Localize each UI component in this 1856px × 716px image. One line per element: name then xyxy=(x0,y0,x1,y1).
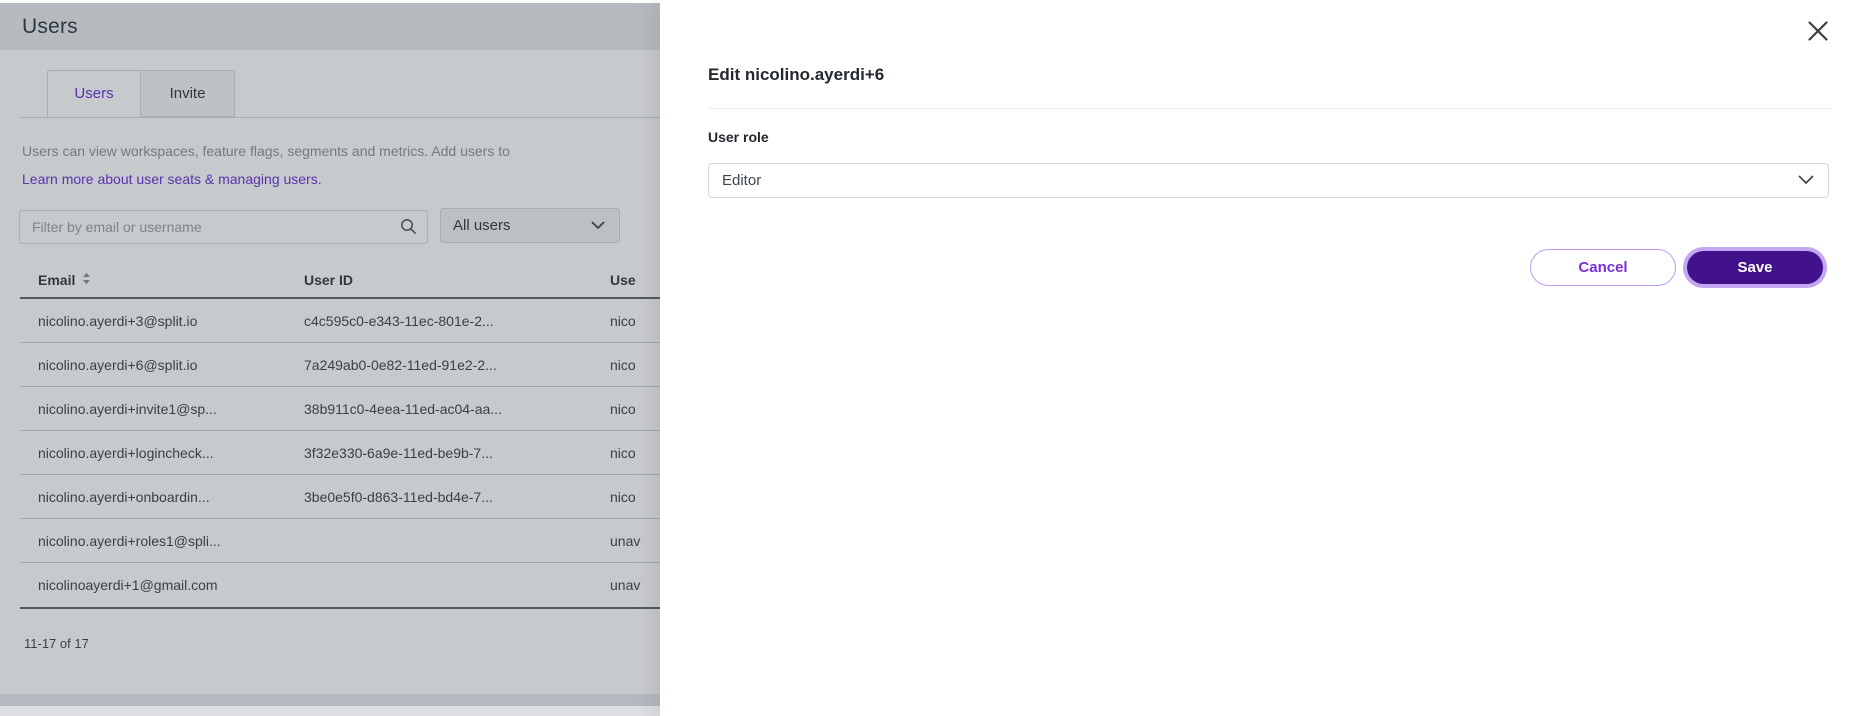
modal-divider xyxy=(708,108,1832,109)
chevron-down-icon xyxy=(1798,172,1814,189)
user-role-label: User role xyxy=(708,129,769,145)
bottom-edge-strip xyxy=(0,706,660,716)
user-role-select[interactable]: Editor xyxy=(708,163,1829,198)
modal-overlay-scrim xyxy=(0,3,660,706)
cancel-button[interactable]: Cancel xyxy=(1530,249,1676,286)
save-button[interactable]: Save xyxy=(1687,251,1823,284)
screen: Users Users Invite Users can view worksp… xyxy=(0,0,1856,716)
user-role-value: Editor xyxy=(722,172,761,189)
close-icon[interactable] xyxy=(1805,18,1831,44)
edit-user-modal: Edit nicolino.ayerdi+6 User role Editor … xyxy=(660,0,1856,716)
modal-title: Edit nicolino.ayerdi+6 xyxy=(708,65,884,85)
